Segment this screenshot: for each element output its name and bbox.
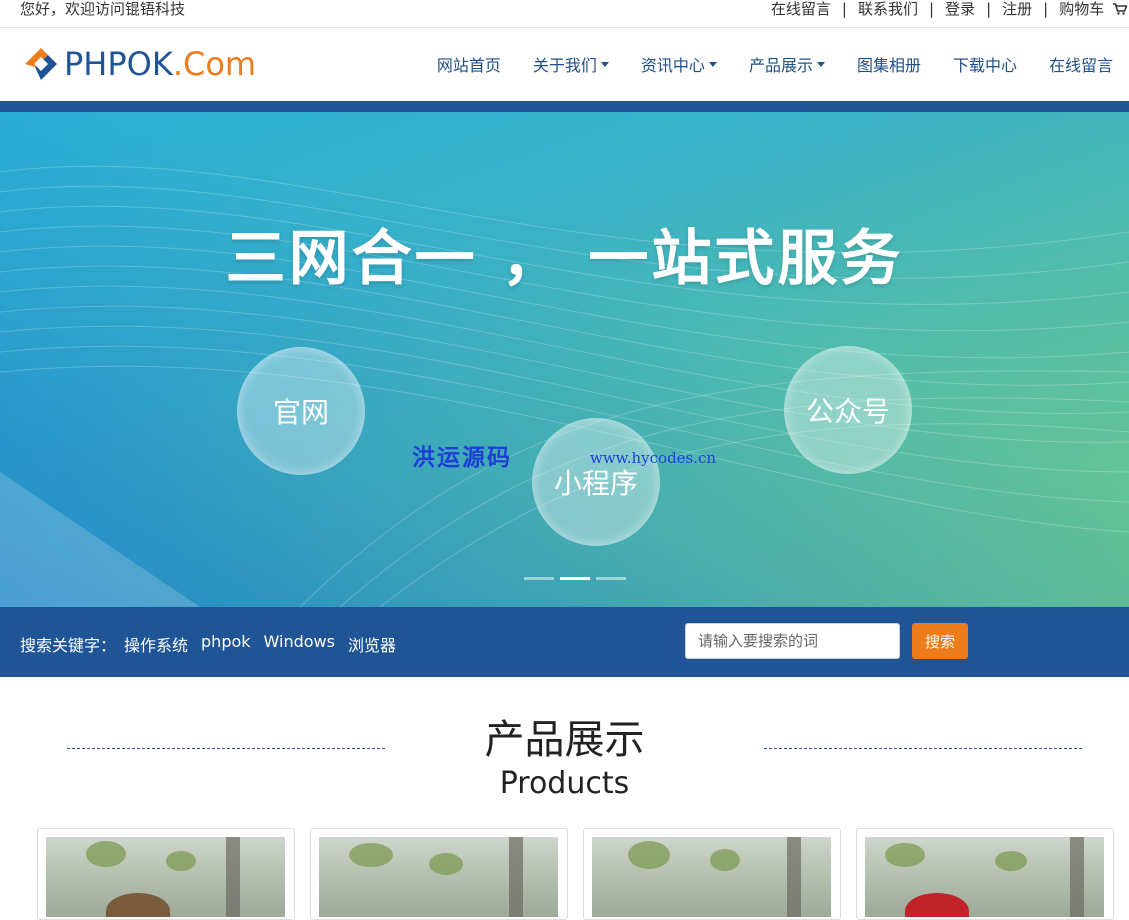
cart-label: 购物车	[1059, 0, 1105, 18]
separator: |	[1043, 0, 1049, 18]
product-card[interactable]	[310, 828, 568, 920]
keyword-link[interactable]: 操作系统	[124, 632, 188, 656]
watermark-cn: 洪运源码	[412, 445, 512, 471]
search-keywords: 操作系统 phpok Windows 浏览器	[124, 632, 409, 656]
product-card[interactable]	[583, 828, 841, 920]
keyword-link[interactable]: 浏览器	[348, 632, 396, 656]
search-keywords-label: 搜索关键字：	[20, 636, 117, 655]
keyword-link[interactable]: Windows	[264, 632, 335, 656]
carousel-dot-active[interactable]	[560, 577, 590, 580]
top-links: 在线留言 | 联系我们 | 登录 | 注册 | 购物车	[771, 0, 1127, 19]
search-input[interactable]	[685, 623, 900, 659]
top-link-cart[interactable]: 购物车	[1059, 0, 1127, 19]
bubble-website: 官网	[237, 347, 365, 475]
product-image[interactable]	[865, 837, 1104, 917]
header-divider	[0, 101, 1129, 112]
logo-icon	[25, 48, 57, 80]
top-link-message[interactable]: 在线留言	[771, 0, 831, 19]
product-card[interactable]	[37, 828, 295, 920]
caret-down-icon	[816, 61, 825, 67]
top-bar: 您好，欢迎访问锟铻科技 在线留言 | 联系我们 | 登录 | 注册 | 购物车	[0, 0, 1129, 28]
separator: |	[928, 0, 935, 18]
hero-banner[interactable]: 三网合一 ， 一站式服务 官网 小程序 公众号 洪运源码 www.hycodes…	[0, 112, 1129, 607]
bubble-miniprogram: 小程序	[532, 418, 660, 546]
nav-item-downloads[interactable]: 下载中心	[953, 52, 1017, 76]
product-image[interactable]	[46, 837, 285, 917]
product-image[interactable]	[592, 837, 831, 917]
bubble-official-account: 公众号	[784, 346, 912, 474]
search-button[interactable]: 搜索	[912, 623, 968, 659]
search-bar: 搜索关键字： 操作系统 phpok Windows 浏览器 搜索	[0, 607, 1129, 677]
nav-item-gallery[interactable]: 图集相册	[857, 52, 921, 76]
carousel-dot[interactable]	[596, 577, 626, 580]
section-subtitle: Products	[499, 766, 630, 801]
watermark-en: www.hycodes.cn	[590, 449, 717, 467]
nav-item-products[interactable]: 产品展示	[749, 52, 825, 76]
section-title: 产品展示	[484, 717, 645, 763]
banner-headline: 三网合一 ， 一站式服务	[225, 224, 904, 294]
nav-item-about[interactable]: 关于我们	[533, 52, 609, 76]
top-link-contact[interactable]: 联系我们	[858, 0, 918, 19]
caret-down-icon	[708, 61, 717, 67]
separator: |	[841, 0, 847, 18]
caret-down-icon	[600, 61, 609, 67]
welcome-text: 您好，欢迎访问锟铻科技	[20, 0, 186, 18]
carousel-indicators	[524, 577, 626, 580]
top-link-login[interactable]: 登录	[945, 0, 975, 19]
top-link-register[interactable]: 注册	[1002, 0, 1032, 19]
nav-item-message[interactable]: 在线留言	[1049, 52, 1113, 76]
main-nav: 网站首页 关于我们 资讯中心 产品展示 图集相册 下载中心 在线留言	[405, 52, 1113, 76]
nav-item-news[interactable]: 资讯中心	[641, 52, 717, 76]
site-header: PHPOK.Com 网站首页 关于我们 资讯中心 产品展示 图集相册 下载中心 …	[0, 28, 1129, 101]
product-card[interactable]	[856, 828, 1114, 920]
separator: |	[986, 0, 992, 18]
shopping-cart-icon	[1113, 3, 1127, 15]
nav-item-home[interactable]: 网站首页	[437, 52, 501, 76]
site-logo[interactable]: PHPOK.Com	[22, 45, 256, 83]
keyword-link[interactable]: phpok	[201, 632, 251, 656]
product-image[interactable]	[319, 837, 558, 917]
carousel-dot[interactable]	[524, 577, 554, 580]
logo-text: PHPOK.Com	[64, 45, 257, 83]
